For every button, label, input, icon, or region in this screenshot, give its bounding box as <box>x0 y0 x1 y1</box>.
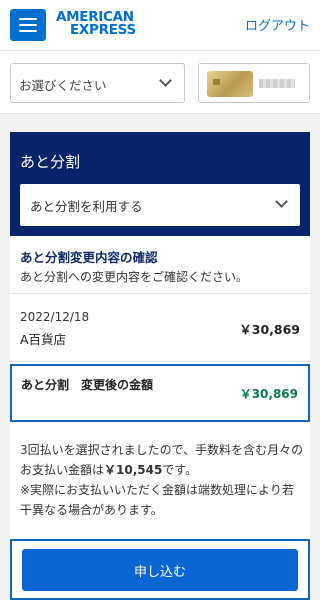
amex-logo[interactable]: AMERICAN EXPRESS <box>56 10 136 38</box>
chevron-down-icon <box>159 74 172 87</box>
after-change-amount: ￥30,869 <box>239 387 298 401</box>
apply-button-area: 申し込む <box>10 539 310 600</box>
menu-icon-bar <box>19 18 37 20</box>
gold-card-icon <box>207 71 253 97</box>
notice-rounding-note: ※実際にお支払いいただく金額は端数処理により若干異なる場合があります。 <box>20 483 294 517</box>
masked-card-number <box>259 79 295 88</box>
transaction-date: 2022/12/18 <box>20 310 90 324</box>
account-select-dropdown[interactable]: お選びください <box>10 63 185 103</box>
apply-button[interactable]: 申し込む <box>22 549 298 591</box>
account-select-value: お選びください <box>19 78 107 93</box>
confirmation-title: あと分割変更内容の確認 <box>20 250 158 265</box>
confirmation-description: あと分割への変更内容をご確認ください。 <box>20 270 249 284</box>
installment-panel: あと分割 あと分割を利用する あと分割変更内容の確認 あと分割への変更内容をご確… <box>10 132 310 600</box>
chevron-down-icon <box>275 195 288 208</box>
after-change-label: あと分割 変更後の金額 <box>21 378 154 392</box>
notice-text-part2: です。 <box>162 463 198 477</box>
payment-notice: 3回払いを選択されましたので、手数料を含む月々のお支払い金額は￥10,545です… <box>20 440 305 520</box>
menu-icon-bar <box>19 30 37 32</box>
transaction-row: 2022/12/18 A百貨店 ￥30,869 <box>10 294 310 362</box>
installment-option-select[interactable]: あと分割を利用する <box>20 184 300 226</box>
after-change-amount-row: あと分割 変更後の金額 ￥30,869 <box>10 364 310 422</box>
logo-line-2: EXPRESS <box>70 22 136 38</box>
confirmation-section: あと分割変更内容の確認 あと分割への変更内容をご確認ください。 <box>10 236 310 294</box>
account-select-bar: お選びください <box>0 50 320 114</box>
app-header: AMERICAN EXPRESS ログアウト <box>0 0 320 50</box>
transaction-amount: ￥30,869 <box>239 322 300 337</box>
selected-card-display[interactable] <box>198 63 310 103</box>
panel-header: あと分割 あと分割を利用する <box>10 132 310 236</box>
logout-link[interactable]: ログアウト <box>245 15 310 34</box>
installment-option-value: あと分割を利用する <box>30 199 143 214</box>
menu-icon-bar <box>19 24 37 26</box>
transaction-store: A百貨店 <box>20 332 67 347</box>
panel-title: あと分割 <box>20 153 81 171</box>
monthly-payment-amount: ￥10,545 <box>104 463 163 477</box>
hamburger-menu-button[interactable] <box>10 9 46 41</box>
